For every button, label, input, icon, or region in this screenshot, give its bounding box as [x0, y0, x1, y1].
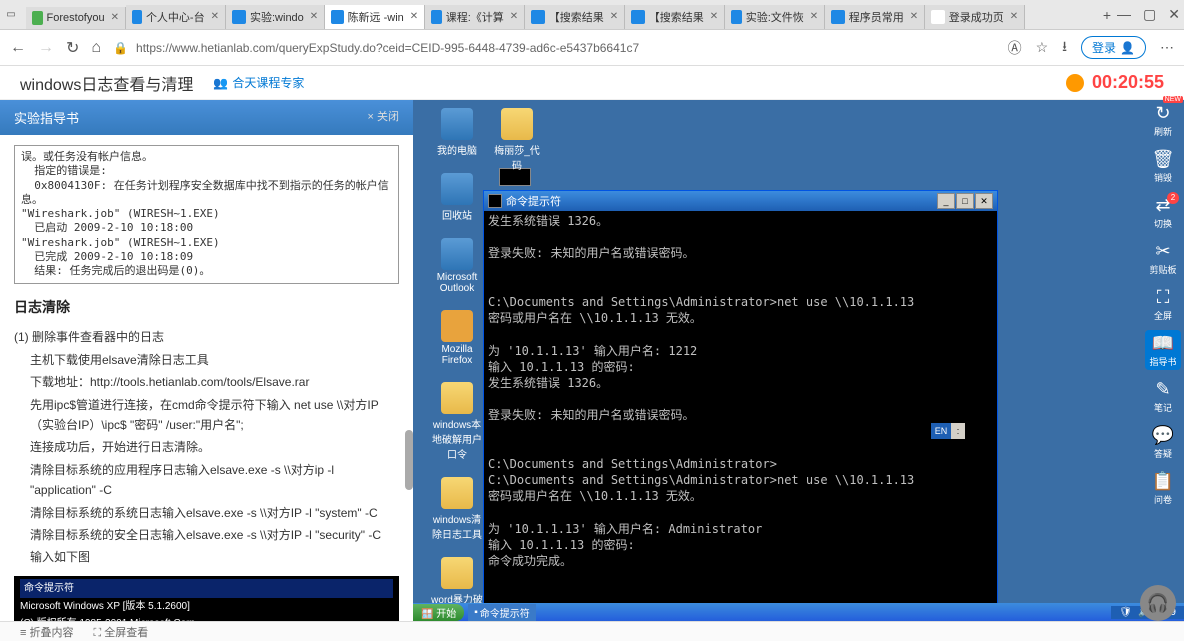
tab-close-icon[interactable]: ✕	[510, 11, 518, 22]
section-heading: 日志清除	[14, 296, 399, 320]
toolbar-问卷[interactable]: 📋问卷	[1145, 468, 1181, 508]
cmd-window[interactable]: 命令提示符 _ □ ✕ 发生系统错误 1326。 登录失败: 未知的用户名或错误…	[483, 190, 998, 618]
desktop-icon[interactable]: windows本地破解用户口令	[431, 382, 483, 461]
url-box[interactable]: 🔒 https://www.hetianlab.com/queryExpStud…	[113, 41, 995, 55]
remote-desktop[interactable]: 我的电脑回收站 Microsoft Outlook Mozilla Firefox w…	[413, 100, 1184, 621]
browser-tab[interactable]: 陈新远 -win✕	[325, 5, 425, 29]
guide-close-button[interactable]: × 关闭	[368, 108, 399, 127]
toolbar-笔记[interactable]: ✎笔记	[1145, 376, 1181, 416]
browser-tab[interactable]: 个人中心-台✕	[126, 5, 226, 29]
browser-tab[interactable]: 【搜索结果✕	[625, 5, 725, 29]
download-icon[interactable]: ⭳	[1062, 36, 1067, 60]
toolbar-刷新[interactable]: ↻刷新	[1145, 100, 1181, 140]
desktop-icon[interactable]: 梅丽莎_代码	[491, 108, 543, 172]
home-icon[interactable]: ⌂	[91, 39, 101, 57]
cmd-close-icon[interactable]: ✕	[975, 193, 993, 209]
right-toolbar: ↻刷新 🗑销毁 ⇄切换 ✂剪贴板 ⛶全屏 📖指导书 ✎笔记 💬答疑 📋问卷	[1142, 100, 1184, 508]
clock-icon	[1066, 74, 1084, 92]
new-tab-button[interactable]: +	[1103, 7, 1111, 23]
tab-close-icon[interactable]: ✕	[211, 11, 219, 22]
tab-close-icon[interactable]: ✕	[1010, 11, 1018, 22]
toolbar-销毁[interactable]: 🗑销毁	[1145, 146, 1181, 186]
url-text: https://www.hetianlab.com/queryExpStudy.…	[136, 41, 639, 55]
fullscreen-button[interactable]: ⛶ 全屏查看	[93, 624, 148, 640]
tab-close-icon[interactable]: ✕	[111, 12, 119, 23]
step-line: 清除目标系统的应用程序日志输入elsave.exe -s \\对方ip -l "…	[30, 460, 399, 501]
toolbar-答疑[interactable]: 💬答疑	[1145, 422, 1181, 462]
favorite-icon[interactable]: ☆	[1036, 39, 1049, 56]
tab-close-icon[interactable]: ✕	[310, 11, 318, 22]
forward-icon[interactable]: →	[38, 39, 54, 57]
tab-close-icon[interactable]: ✕	[710, 11, 718, 22]
tab-close-icon[interactable]: ✕	[810, 11, 818, 22]
ime-indicator[interactable]: EN :	[931, 423, 965, 439]
section-subheading: (1) 删除事件查看器中的日志	[14, 327, 399, 347]
browser-tab[interactable]: 登录成功页✕	[925, 5, 1025, 29]
browser-tab[interactable]: Forestofyou✕	[26, 7, 126, 29]
browser-titlebar: ▭ Forestofyou✕个人中心-台✕实验:windo✕陈新远 -win✕课…	[0, 0, 1184, 30]
toolbar-切换[interactable]: ⇄切换	[1145, 192, 1181, 232]
log-snippet: 误。或任务没有帐户信息。 指定的错误是: 0x8004130F: 在任务计划程序…	[14, 145, 399, 284]
desktop-icon[interactable]: Mozilla Firefox	[431, 310, 483, 366]
minimize-icon[interactable]: —	[1117, 6, 1131, 23]
taskbar[interactable]: 🪟 开始 ▪ 命令提示符 🛡🔊9:39	[413, 603, 1184, 621]
tab-close-icon[interactable]: ✕	[610, 11, 618, 22]
page-header: windows日志查看与清理 👥 合天课程专家 00:20:55	[0, 66, 1184, 100]
browser-tab[interactable]: 程序员常用✕	[825, 5, 925, 29]
guide-title: 实验指导书	[14, 108, 79, 127]
toolbar-指导书[interactable]: 📖指导书	[1145, 330, 1181, 370]
tab-close-icon[interactable]: ✕	[410, 11, 418, 22]
toolbar-全屏[interactable]: ⛶全屏	[1145, 284, 1181, 324]
desktop-icon[interactable]: Microsoft Outlook	[431, 238, 483, 294]
scrollbar-thumb[interactable]	[405, 430, 413, 490]
taskbar-item-cmd[interactable]: ▪ 命令提示符	[468, 604, 536, 621]
step-line: 清除目标系统的安全日志输入elsave.exe -s \\对方IP -l "se…	[30, 525, 399, 545]
guide-body[interactable]: 误。或任务没有帐户信息。 指定的错误是: 0x8004130F: 在任务计划程序…	[0, 135, 413, 621]
cmd-max-icon[interactable]: □	[956, 193, 974, 209]
bottom-bar: ≡ 折叠内容 ⛶ 全屏查看	[0, 621, 1184, 641]
lock-icon: 🔒	[113, 41, 128, 55]
countdown-timer: 00:20:55	[1092, 72, 1164, 93]
tab-overview-icon[interactable]: ▭	[4, 8, 18, 22]
step-line: 先用ipc$管道进行连接，在cmd命令提示符下输入 net use \\对方IP…	[30, 395, 399, 436]
steps-list: 主机下载使用elsave清除日志工具下载地址：http://tools.heti…	[14, 350, 399, 568]
login-button[interactable]: 登录 👤	[1081, 36, 1146, 59]
tab-close-icon[interactable]: ✕	[910, 11, 918, 22]
step-line: 下载地址：http://tools.hetianlab.com/tools/El…	[30, 372, 399, 392]
step-line: 输入如下图	[30, 547, 399, 567]
close-window-icon[interactable]: ✕	[1168, 6, 1180, 23]
step-line: 清除目标系统的系统日志输入elsave.exe -s \\对方IP -l "sy…	[30, 503, 399, 523]
cmd-screenshot: 命令提示符 Microsoft Windows XP [版本 5.1.2600]…	[14, 576, 399, 621]
cmd-titlebar[interactable]: 命令提示符 _ □ ✕	[484, 191, 997, 211]
step-line: 主机下载使用elsave清除日志工具	[30, 350, 399, 370]
toolbar-剪贴板[interactable]: ✂剪贴板	[1145, 238, 1181, 278]
step-line: 连接成功后，开始进行日志清除。	[30, 437, 399, 457]
browser-tab[interactable]: 【搜索结果✕	[525, 5, 625, 29]
cmd-icon	[488, 194, 502, 208]
collapse-button[interactable]: ≡ 折叠内容	[20, 624, 73, 640]
page-title: windows日志查看与清理	[20, 71, 193, 95]
desktop-icon[interactable]: windows清除日志工具	[431, 477, 483, 541]
browser-tab[interactable]: 实验:文件恢✕	[725, 5, 825, 29]
help-button[interactable]: 🎧	[1140, 585, 1176, 621]
desktop-icon[interactable]: 回收站	[431, 173, 483, 222]
start-button[interactable]: 🪟 开始	[413, 604, 464, 621]
menu-icon[interactable]: ⋯	[1160, 39, 1174, 56]
expert-badge[interactable]: 👥 合天课程专家	[213, 74, 304, 91]
desktop-icon[interactable]: 我的电脑	[431, 108, 483, 157]
reader-icon[interactable]: Ⓐ	[1008, 38, 1022, 58]
cmd-min-icon[interactable]: _	[937, 193, 955, 209]
browser-tab[interactable]: 课程:《计算✕	[425, 5, 525, 29]
reload-icon[interactable]: ↻	[66, 38, 79, 58]
tab-strip: Forestofyou✕个人中心-台✕实验:windo✕陈新远 -win✕课程:…	[26, 1, 1097, 29]
cmd-output[interactable]: 发生系统错误 1326。 登录失败: 未知的用户名或错误密码。 C:\Docum…	[484, 211, 997, 620]
address-bar: ← → ↻ ⌂ 🔒 https://www.hetianlab.com/quer…	[0, 30, 1184, 66]
guide-panel: 实验指导书 × 关闭 误。或任务没有帐户信息。 指定的错误是: 0x800413…	[0, 100, 413, 621]
browser-tab[interactable]: 实验:windo✕	[226, 5, 325, 29]
maximize-icon[interactable]: ▢	[1143, 6, 1156, 23]
back-icon[interactable]: ←	[10, 39, 26, 57]
